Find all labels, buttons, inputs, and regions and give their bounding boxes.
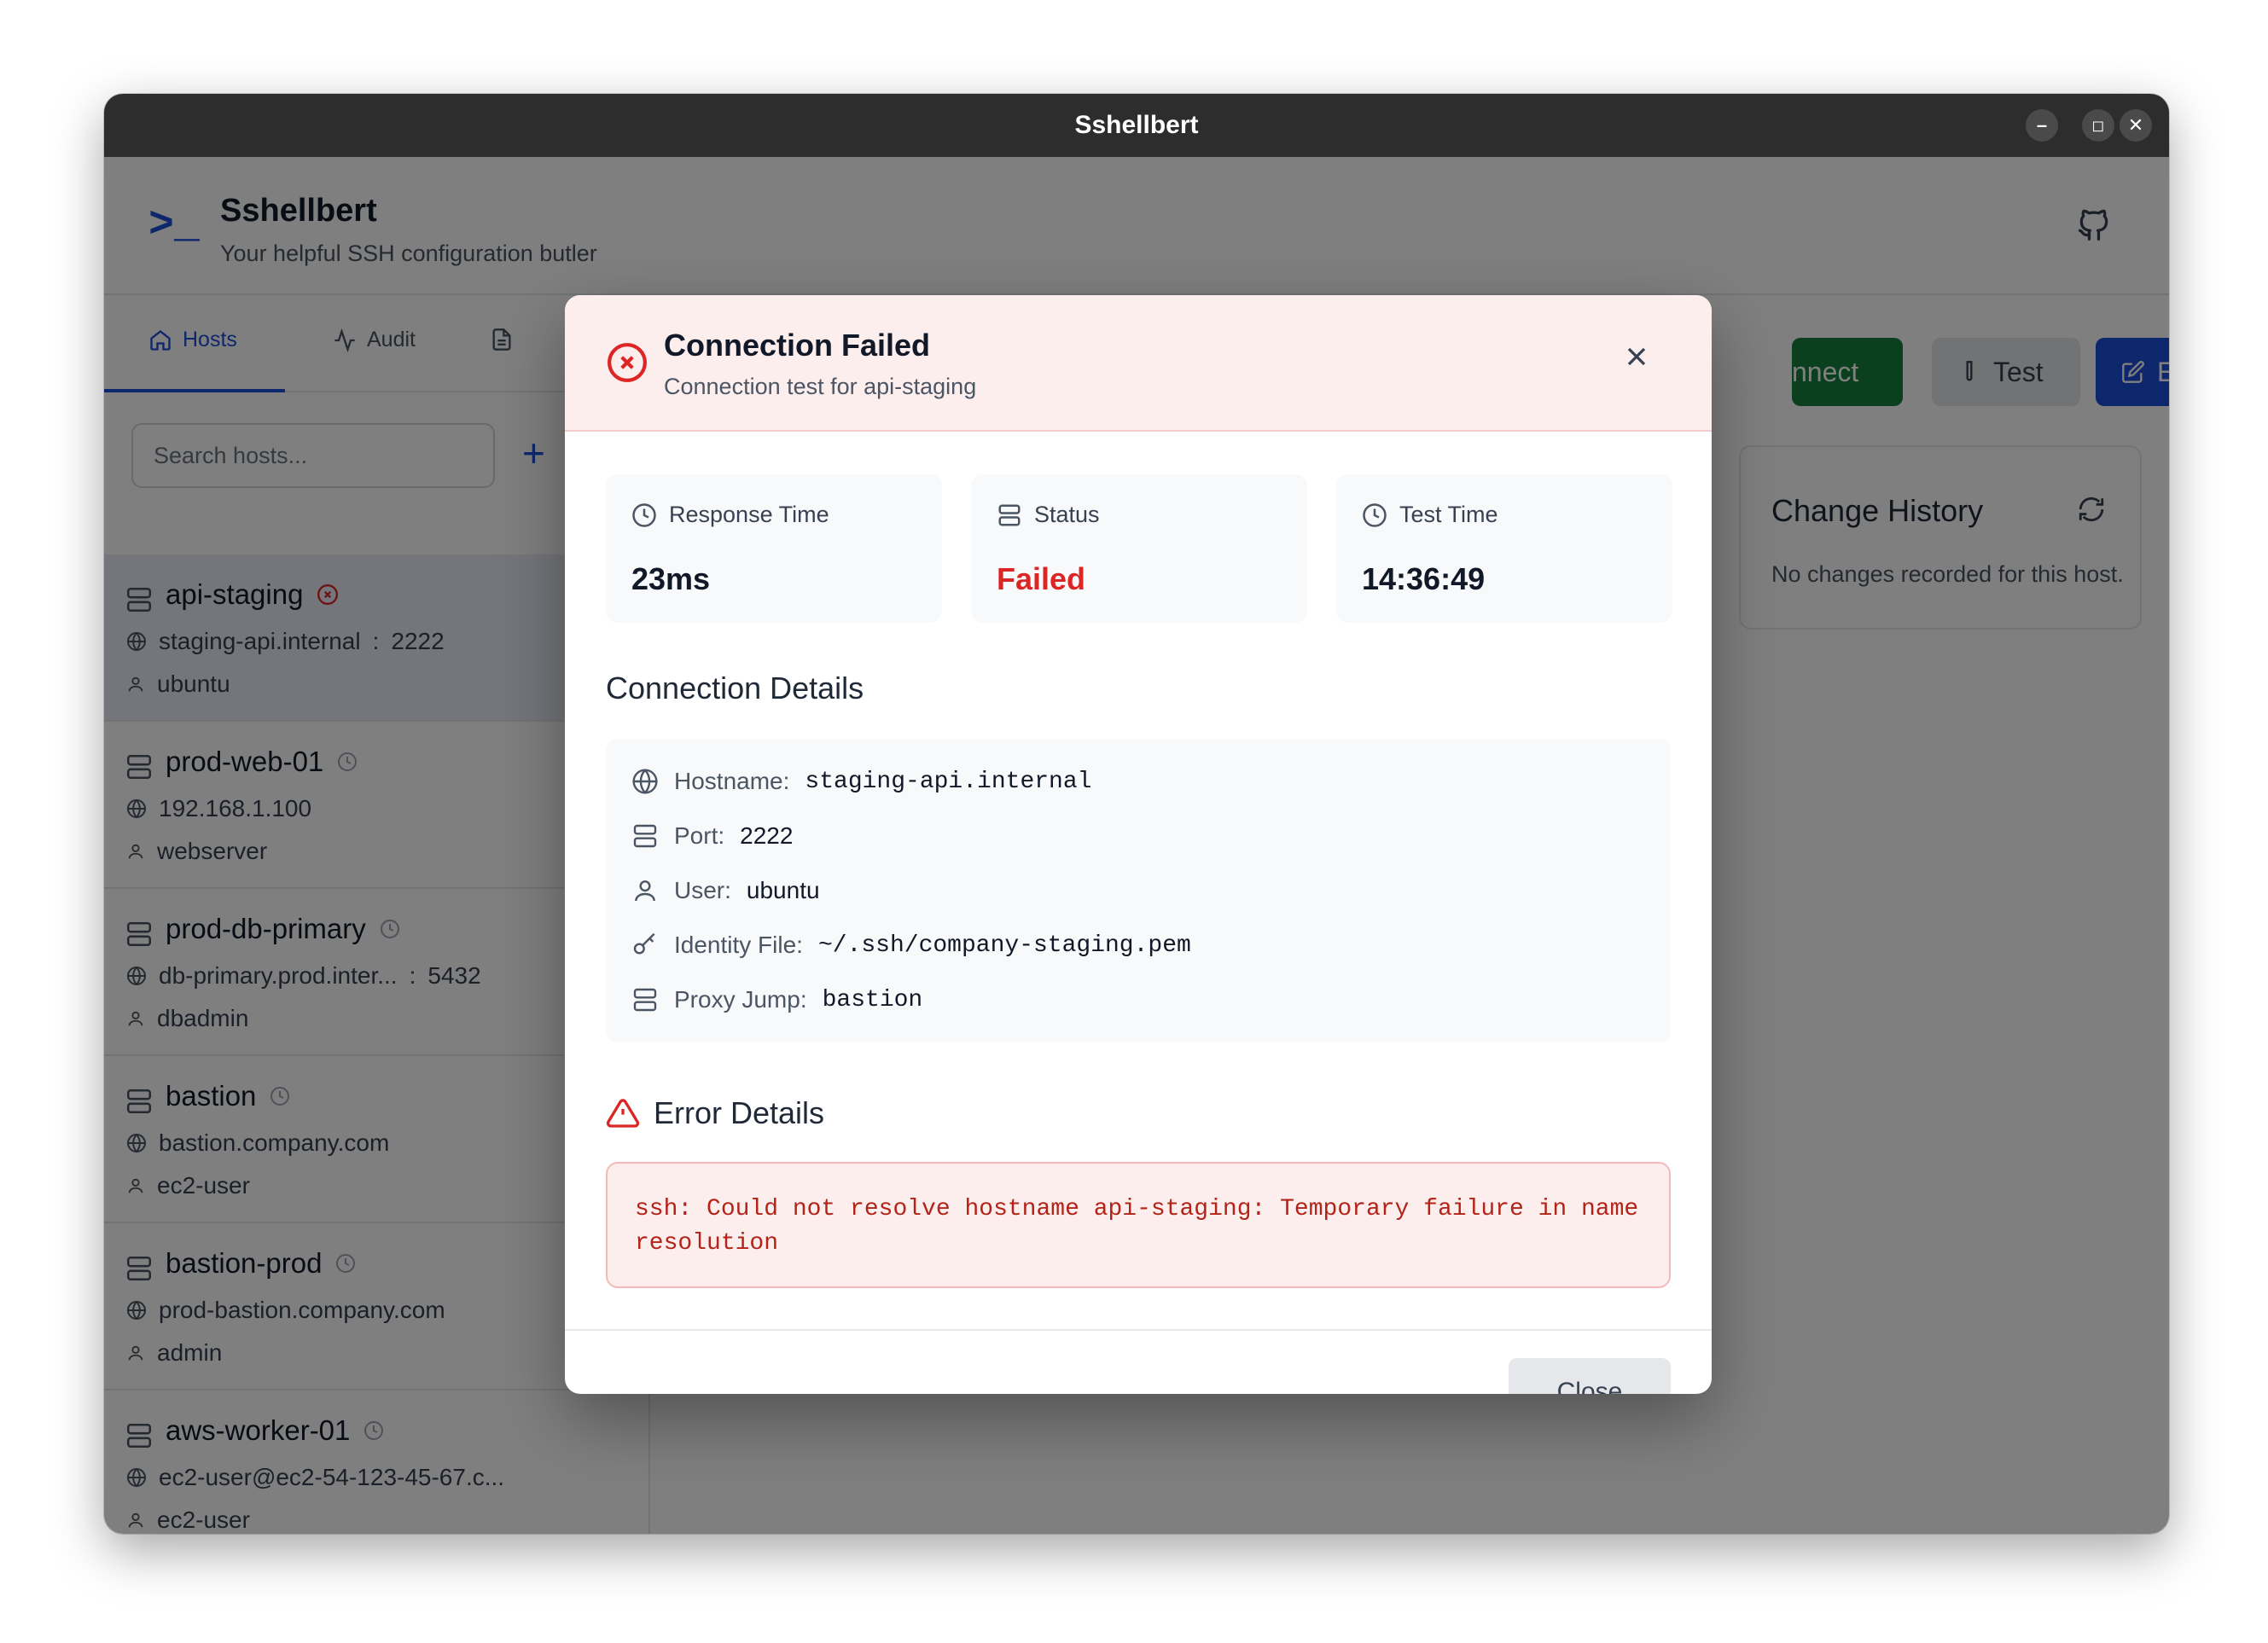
error-circle-icon	[608, 343, 647, 382]
dialog-header: Connection Failed Connection test for ap…	[565, 295, 1712, 432]
error-details-heading: Error Details	[606, 1095, 824, 1131]
title-bar: Sshellbert – ◻ ✕	[104, 94, 2169, 157]
close-icon[interactable]	[1621, 341, 1652, 372]
connection-details-title: Connection Details	[606, 671, 864, 705]
stat-status-value: Failed	[997, 561, 1086, 596]
detail-user: User: ubuntu	[631, 877, 820, 904]
stat-response-value: 23ms	[631, 561, 711, 596]
stat-status-label: Status	[1034, 502, 1100, 527]
detail-identity-file: Identity File: ~/.ssh/company-staging.pe…	[631, 932, 1191, 959]
server-icon	[998, 504, 1021, 525]
clock-icon	[632, 502, 656, 527]
clock-icon	[1363, 502, 1387, 527]
detail-proxy-jump: Proxy Jump: bastion	[631, 986, 922, 1013]
warning-icon	[606, 1099, 640, 1128]
key-icon	[633, 932, 655, 955]
maximize-button[interactable]: ◻	[2082, 109, 2114, 142]
window-title: Sshellbert	[1074, 111, 1199, 139]
server-icon	[633, 988, 657, 1012]
close-button[interactable]: Close	[1509, 1358, 1671, 1394]
error-message: ssh: Could not resolve hostname api-stag…	[606, 1162, 1671, 1288]
dialog-title: Connection Failed	[664, 328, 931, 363]
error-details-title: Error Details	[654, 1095, 825, 1130]
dialog-subtitle: Connection test for api-staging	[664, 374, 977, 399]
minimize-button[interactable]: –	[2026, 109, 2058, 142]
server-icon	[633, 824, 657, 848]
user-icon	[635, 880, 655, 902]
stat-response-label: Response Time	[669, 502, 829, 527]
close-window-button[interactable]: ✕	[2120, 109, 2152, 142]
connection-failed-dialog: Connection Failed Connection test for ap…	[565, 295, 1712, 1394]
detail-hostname: Hostname: staging-api.internal	[631, 768, 1091, 795]
globe-icon	[632, 769, 658, 794]
dialog-footer-divider	[565, 1329, 1712, 1331]
connection-details: Hostname: staging-api.internal Port: 222…	[606, 739, 1671, 1042]
app-window: Sshellbert – ◻ ✕ >_ Sshellbert Your help…	[104, 94, 2169, 1534]
stat-time-label: Test Time	[1399, 502, 1498, 527]
stat-status: Status Failed	[971, 474, 1307, 623]
stat-time-value: 14:36:49	[1362, 561, 1486, 596]
stat-test-time: Test Time 14:36:49	[1336, 474, 1672, 623]
detail-port: Port: 2222	[631, 822, 793, 850]
stat-response-time: Response Time 23ms	[606, 474, 942, 623]
